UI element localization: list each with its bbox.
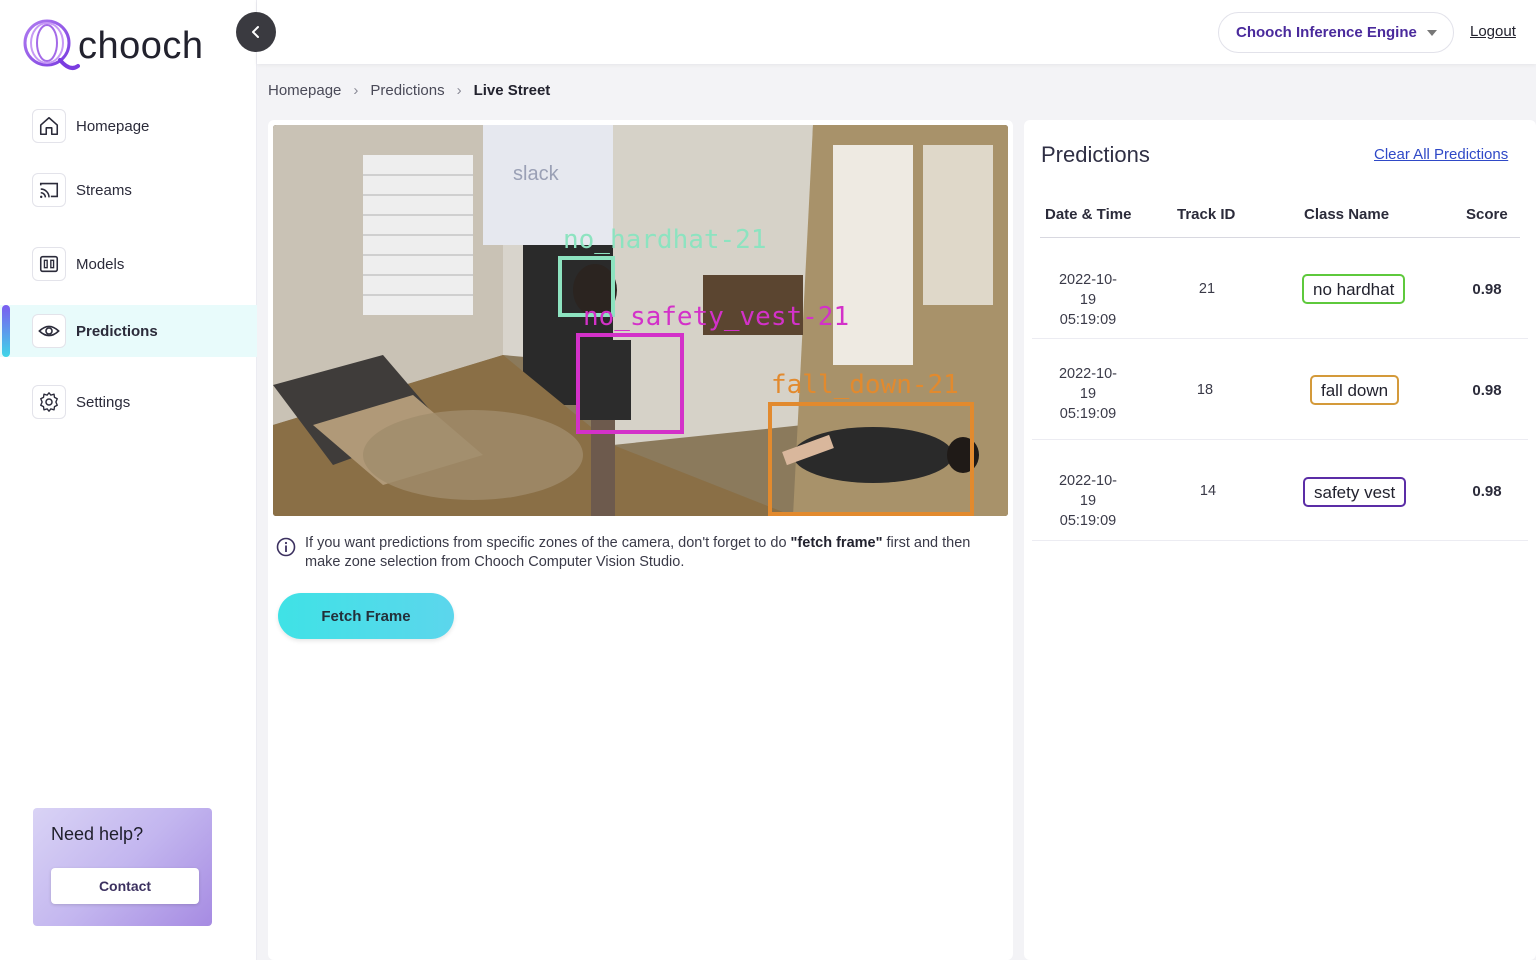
- model-icon: [32, 247, 66, 281]
- row-date: 2022-10-19: [1058, 473, 1118, 509]
- detection-label-no-hardhat: no_hardhat-21: [563, 225, 767, 255]
- sidebar-item-label: Homepage: [76, 117, 150, 135]
- info-text: If you want predictions from specific zo…: [305, 534, 976, 572]
- row-score: 0.98: [1472, 281, 1502, 298]
- contact-button[interactable]: Contact: [51, 868, 199, 904]
- sidebar-item-label: Predictions: [76, 322, 158, 340]
- chooch-logo-icon: [23, 19, 80, 70]
- row-datetime: 2022-10-19 05:19:09: [1052, 471, 1124, 531]
- sidebar-item-predictions[interactable]: Predictions: [0, 305, 257, 357]
- row-date: 2022-10-19: [1058, 272, 1118, 308]
- row-date: 2022-10-19: [1058, 366, 1118, 402]
- help-title: Need help?: [51, 824, 144, 844]
- breadcrumb-current: Live Street: [473, 82, 551, 99]
- table-row[interactable]: 2022-10-19 05:19:09 21 no hardhat 0.98: [1032, 238, 1528, 339]
- column-header-track-id[interactable]: Track ID: [1177, 206, 1235, 223]
- chevron-right-icon: ›: [456, 82, 462, 99]
- engine-select[interactable]: Chooch Inference Engine: [1218, 12, 1454, 53]
- sidebar-item-models[interactable]: Models: [0, 238, 257, 290]
- chevron-left-icon: [252, 26, 259, 38]
- class-badge: no hardhat: [1302, 274, 1406, 304]
- top-bar: Chooch Inference Engine Logout: [257, 0, 1536, 64]
- breadcrumb-item-predictions[interactable]: Predictions: [370, 82, 444, 99]
- row-time: 05:19:09: [1059, 312, 1117, 328]
- cast-icon: [32, 173, 66, 207]
- tv-watermark: slack: [513, 163, 560, 185]
- class-badge: safety vest: [1303, 477, 1407, 507]
- table-row[interactable]: 2022-10-19 05:19:09 18 fall down 0.98: [1032, 339, 1528, 440]
- fetch-frame-button[interactable]: Fetch Frame: [278, 593, 454, 639]
- sidebar-item-label: Settings: [76, 393, 131, 411]
- caret-down-icon: [1426, 29, 1437, 36]
- sidebar-item-homepage[interactable]: Homepage: [0, 100, 257, 152]
- row-datetime: 2022-10-19 05:19:09: [1052, 270, 1124, 330]
- sidebar-item-label: Streams: [76, 181, 132, 199]
- help-card: Need help? Contact: [33, 808, 212, 926]
- table-row[interactable]: 2022-10-19 05:19:09 14 safety vest 0.98: [1032, 440, 1528, 541]
- home-icon: [32, 109, 66, 143]
- row-track-id: 14: [1199, 483, 1217, 499]
- row-score: 0.98: [1472, 382, 1502, 399]
- sidebar-item-streams[interactable]: Streams: [0, 164, 257, 216]
- predictions-title: Predictions: [1041, 142, 1150, 167]
- gear-icon: [32, 385, 66, 419]
- collapse-sidebar-button[interactable]: [236, 12, 276, 52]
- class-badge: fall down: [1310, 375, 1400, 405]
- row-track-id: 21: [1198, 281, 1216, 297]
- row-time: 05:19:09: [1059, 406, 1117, 422]
- info-icon: [276, 537, 296, 557]
- clear-all-predictions-link[interactable]: Clear All Predictions: [1374, 146, 1508, 163]
- detection-label-no-safety-vest: no_safety_vest-21: [583, 302, 849, 332]
- logout-link[interactable]: Logout: [1470, 23, 1516, 40]
- predictions-table-header: Date & Time Track ID Class Name Score: [1040, 200, 1520, 238]
- row-time: 05:19:09: [1059, 513, 1117, 529]
- eye-icon: [32, 314, 66, 348]
- app-logo[interactable]: chooch: [20, 16, 204, 76]
- stream-panel: slack no_hardhat-21 no_safety_vest-21 fa…: [268, 120, 1013, 960]
- logo-text: chooch: [78, 24, 204, 67]
- video-feed[interactable]: slack no_hardhat-21 no_safety_vest-21 fa…: [273, 125, 1008, 516]
- column-header-date-time[interactable]: Date & Time: [1045, 206, 1131, 223]
- column-header-score[interactable]: Score: [1466, 206, 1508, 223]
- row-datetime: 2022-10-19 05:19:09: [1052, 364, 1124, 424]
- info-text-bold: "fetch frame": [790, 535, 883, 551]
- predictions-panel: Predictions Clear All Predictions Date &…: [1024, 120, 1536, 960]
- detection-label-fall-down: fall_down-21: [771, 370, 959, 400]
- sidebar-item-label: Models: [76, 255, 125, 273]
- info-note: If you want predictions from specific zo…: [276, 534, 976, 572]
- engine-select-label: Chooch Inference Engine: [1236, 24, 1417, 41]
- sidebar: chooch Homepage Streams Models Predictio…: [0, 0, 257, 960]
- breadcrumb-item-homepage[interactable]: Homepage: [268, 82, 341, 99]
- sidebar-item-settings[interactable]: Settings: [0, 376, 257, 428]
- info-text-before: If you want predictions from specific zo…: [305, 535, 791, 551]
- chevron-right-icon: ›: [353, 82, 359, 99]
- breadcrumb: Homepage › Predictions › Live Street: [268, 82, 550, 99]
- row-track-id: 18: [1196, 382, 1214, 398]
- column-header-class-name[interactable]: Class Name: [1304, 206, 1389, 223]
- row-score: 0.98: [1472, 483, 1502, 500]
